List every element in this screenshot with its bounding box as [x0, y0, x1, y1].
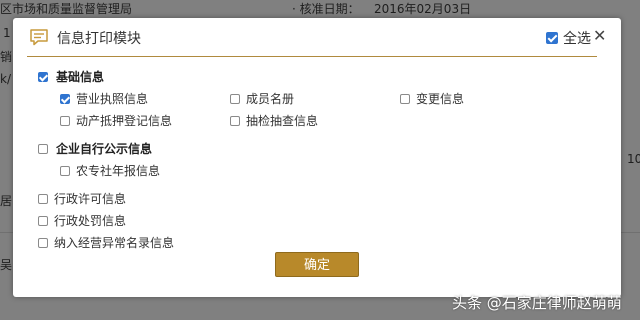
option-label: 变更信息 — [416, 92, 465, 106]
checkbox[interactable] — [38, 237, 48, 248]
option-member-roster[interactable]: 成员名册 — [230, 90, 294, 107]
header-divider — [27, 56, 597, 57]
option-label: 抽检抽查信息 — [246, 114, 319, 128]
checkbox[interactable] — [38, 71, 48, 82]
background-fragment: k/ — [0, 72, 11, 86]
background-fragment: 销 — [0, 50, 13, 64]
group-admin-penalty[interactable]: 行政处罚信息 — [38, 212, 126, 229]
option-label: 农专社年报信息 — [76, 164, 161, 178]
background-fragment: 1 — [3, 26, 11, 40]
checkbox[interactable] — [60, 165, 70, 176]
background-fragment: 居 — [0, 194, 13, 208]
select-all-checkbox[interactable] — [546, 32, 558, 44]
close-icon[interactable]: ✕ — [593, 28, 607, 44]
group-label: 企业自行公示信息 — [56, 142, 153, 156]
option-change-info[interactable]: 变更信息 — [400, 90, 464, 107]
authority-text: 区市场和质量监督管理局 — [0, 2, 133, 16]
checkbox[interactable] — [230, 93, 240, 104]
option-business-license[interactable]: 营业执照信息 — [60, 90, 148, 107]
checkbox[interactable] — [60, 93, 70, 104]
checkbox[interactable] — [60, 115, 70, 126]
print-module-dialog: 信息打印模块 全选 ✕ 基础信息 营业执照信息 成员名册 变更信息 动产抵押登记… — [13, 18, 621, 297]
group-label: 纳入经营异常名录信息 — [54, 236, 175, 250]
checkbox[interactable] — [38, 193, 48, 204]
watermark: 头条 @石家庄律师赵萌萌 — [452, 294, 622, 312]
approval-date: 2016年02月03日 — [374, 2, 472, 16]
approval-label: 核准日期： — [299, 2, 360, 16]
option-label: 动产抵押登记信息 — [76, 114, 173, 128]
select-all-toggle[interactable]: 全选 — [546, 28, 591, 48]
group-basic-info[interactable]: 基础信息 — [38, 68, 104, 85]
background-fragment: 10 — [627, 152, 640, 166]
dialog-title: 信息打印模块 — [57, 31, 141, 47]
checkbox[interactable] — [38, 143, 48, 154]
group-label: 基础信息 — [56, 70, 105, 84]
group-self-disclosure[interactable]: 企业自行公示信息 — [38, 140, 152, 157]
group-label: 行政处罚信息 — [54, 214, 127, 228]
dialog-header: 信息打印模块 全选 ✕ — [13, 18, 621, 57]
background-fragment: 吴 — [0, 258, 13, 272]
option-coop-annual-report[interactable]: 农专社年报信息 — [60, 162, 160, 179]
group-label: 行政许可信息 — [54, 192, 127, 206]
group-admin-license[interactable]: 行政许可信息 — [38, 190, 126, 207]
option-chattel-mortgage[interactable]: 动产抵押登记信息 — [60, 112, 172, 129]
confirm-button[interactable]: 确定 — [275, 252, 359, 277]
option-spot-check[interactable]: 抽检抽查信息 — [230, 112, 318, 129]
group-abnormal-operations[interactable]: 纳入经营异常名录信息 — [38, 234, 174, 251]
option-label: 营业执照信息 — [76, 92, 149, 106]
checkbox[interactable] — [230, 115, 240, 126]
checkbox[interactable] — [38, 215, 48, 226]
checkbox[interactable] — [400, 93, 410, 104]
option-label: 成员名册 — [246, 92, 295, 106]
select-all-label: 全选 — [563, 31, 591, 47]
approval-date-label: · 核准日期： — [292, 2, 360, 16]
message-icon — [30, 29, 48, 46]
